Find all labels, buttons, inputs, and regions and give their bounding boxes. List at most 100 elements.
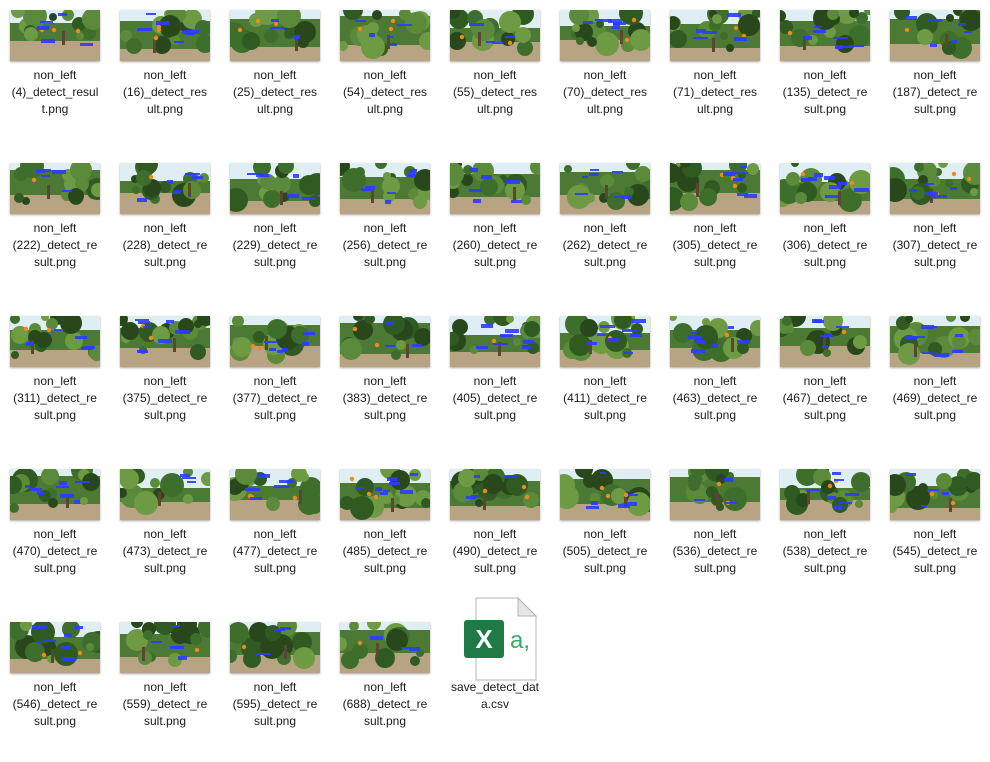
image-thumbnail[interactable] bbox=[230, 10, 320, 61]
file-item[interactable]: non_left (4)_detect_resul t.png bbox=[0, 0, 110, 150]
file-item[interactable]: non_left (71)_detect_res ult.png bbox=[660, 0, 770, 150]
file-item[interactable]: non_left (469)_detect_re sult.png bbox=[880, 306, 990, 456]
excel-csv-icon[interactable]: Xa, bbox=[460, 594, 540, 681]
file-item[interactable]: non_left (505)_detect_re sult.png bbox=[550, 459, 660, 609]
image-thumbnail[interactable] bbox=[230, 469, 320, 520]
file-item[interactable]: non_left (228)_detect_re sult.png bbox=[110, 153, 220, 303]
image-thumbnail[interactable] bbox=[560, 163, 650, 214]
image-thumbnail[interactable] bbox=[780, 10, 870, 61]
image-thumbnail[interactable] bbox=[450, 469, 540, 520]
image-thumbnail[interactable] bbox=[230, 316, 320, 367]
file-item[interactable]: non_left (229)_detect_re sult.png bbox=[220, 153, 330, 303]
file-item[interactable]: non_left (256)_detect_re sult.png bbox=[330, 153, 440, 303]
file-name-label: non_left (306)_detect_re sult.png bbox=[770, 220, 880, 271]
image-thumbnail[interactable] bbox=[340, 10, 430, 61]
image-thumbnail[interactable] bbox=[780, 163, 870, 214]
file-name-line1: non_left bbox=[913, 221, 957, 235]
file-item[interactable]: non_left (546)_detect_re sult.png bbox=[0, 612, 110, 762]
image-thumbnail[interactable] bbox=[120, 316, 210, 367]
file-item[interactable]: non_left (70)_detect_res ult.png bbox=[550, 0, 660, 150]
file-name-line3: sult.png bbox=[473, 255, 517, 269]
file-item[interactable]: non_left (463)_detect_re sult.png bbox=[660, 306, 770, 456]
image-thumbnail[interactable] bbox=[10, 469, 100, 520]
file-item[interactable]: non_left (595)_detect_re sult.png bbox=[220, 612, 330, 762]
file-item[interactable]: non_left (135)_detect_re sult.png bbox=[770, 0, 880, 150]
file-item[interactable]: non_left (538)_detect_re sult.png bbox=[770, 459, 880, 609]
image-thumbnail[interactable] bbox=[780, 469, 870, 520]
file-name-line2: (559)_detect_re bbox=[122, 697, 208, 711]
file-item[interactable]: non_left (559)_detect_re sult.png bbox=[110, 612, 220, 762]
file-item[interactable]: non_left (187)_detect_re sult.png bbox=[880, 0, 990, 150]
file-item[interactable]: non_left (485)_detect_re sult.png bbox=[330, 459, 440, 609]
file-name-line1: non_left bbox=[363, 68, 407, 82]
image-thumbnail[interactable] bbox=[890, 469, 980, 520]
image-thumbnail[interactable] bbox=[560, 10, 650, 61]
file-item[interactable]: non_left (405)_detect_re sult.png bbox=[440, 306, 550, 456]
image-thumbnail[interactable] bbox=[890, 163, 980, 214]
file-item[interactable]: non_left (55)_detect_res ult.png bbox=[440, 0, 550, 150]
file-name-line3: sult.png bbox=[803, 408, 847, 422]
image-thumbnail[interactable] bbox=[890, 316, 980, 367]
image-thumbnail[interactable] bbox=[120, 469, 210, 520]
image-thumbnail[interactable] bbox=[450, 316, 540, 367]
image-thumbnail[interactable] bbox=[670, 10, 760, 61]
file-item[interactable]: non_left (375)_detect_re sult.png bbox=[110, 306, 220, 456]
file-item[interactable]: non_left (16)_detect_res ult.png bbox=[110, 0, 220, 150]
file-item[interactable]: non_left (477)_detect_re sult.png bbox=[220, 459, 330, 609]
file-item[interactable]: non_left (470)_detect_re sult.png bbox=[0, 459, 110, 609]
file-name-line1: non_left bbox=[803, 68, 847, 82]
file-item[interactable]: non_left (305)_detect_re sult.png bbox=[660, 153, 770, 303]
image-thumbnail[interactable] bbox=[560, 469, 650, 520]
image-thumbnail[interactable] bbox=[670, 163, 760, 214]
file-name-line3: sult.png bbox=[693, 408, 737, 422]
image-thumbnail[interactable] bbox=[450, 10, 540, 61]
file-item[interactable]: non_left (306)_detect_re sult.png bbox=[770, 153, 880, 303]
file-name-line1: non_left bbox=[33, 374, 77, 388]
file-name-line1: non_left bbox=[143, 374, 187, 388]
file-item[interactable]: non_left (467)_detect_re sult.png bbox=[770, 306, 880, 456]
file-item[interactable]: non_left (411)_detect_re sult.png bbox=[550, 306, 660, 456]
file-name-line2: (16)_detect_res bbox=[122, 85, 208, 99]
file-item[interactable]: non_left (536)_detect_re sult.png bbox=[660, 459, 770, 609]
file-item[interactable]: non_left (311)_detect_re sult.png bbox=[0, 306, 110, 456]
file-name-line2: (375)_detect_re bbox=[122, 391, 208, 405]
file-name-line2: (470)_detect_re bbox=[12, 544, 98, 558]
image-thumbnail[interactable] bbox=[450, 163, 540, 214]
csv-file-item[interactable]: Xa, save_detect_dat a.csv bbox=[440, 596, 550, 762]
file-item[interactable]: non_left (54)_detect_res ult.png bbox=[330, 0, 440, 150]
image-thumbnail[interactable] bbox=[340, 622, 430, 673]
file-item[interactable]: non_left (222)_detect_re sult.png bbox=[0, 153, 110, 303]
file-item[interactable]: non_left (262)_detect_re sult.png bbox=[550, 153, 660, 303]
file-name-line1: non_left bbox=[693, 68, 737, 82]
image-thumbnail[interactable] bbox=[10, 316, 100, 367]
file-item[interactable]: non_left (383)_detect_re sult.png bbox=[330, 306, 440, 456]
file-name-label: non_left (546)_detect_re sult.png bbox=[0, 679, 110, 730]
image-thumbnail[interactable] bbox=[10, 622, 100, 673]
file-item[interactable]: non_left (307)_detect_re sult.png bbox=[880, 153, 990, 303]
image-thumbnail[interactable] bbox=[230, 163, 320, 214]
file-name-line2: (228)_detect_re bbox=[122, 238, 208, 252]
image-thumbnail[interactable] bbox=[340, 316, 430, 367]
image-thumbnail[interactable] bbox=[560, 316, 650, 367]
file-item[interactable]: non_left (545)_detect_re sult.png bbox=[880, 459, 990, 609]
image-thumbnail[interactable] bbox=[10, 163, 100, 214]
file-item[interactable]: non_left (490)_detect_re sult.png bbox=[440, 459, 550, 609]
image-thumbnail[interactable] bbox=[230, 622, 320, 673]
image-thumbnail[interactable] bbox=[120, 10, 210, 61]
image-thumbnail[interactable] bbox=[340, 163, 430, 214]
image-thumbnail[interactable] bbox=[670, 316, 760, 367]
image-thumbnail[interactable] bbox=[780, 316, 870, 367]
image-thumbnail[interactable] bbox=[670, 469, 760, 520]
image-thumbnail[interactable] bbox=[120, 622, 210, 673]
file-item[interactable]: non_left (377)_detect_re sult.png bbox=[220, 306, 330, 456]
file-name-line1: non_left bbox=[693, 221, 737, 235]
file-name-label: non_left (222)_detect_re sult.png bbox=[0, 220, 110, 271]
image-thumbnail[interactable] bbox=[340, 469, 430, 520]
image-thumbnail[interactable] bbox=[10, 10, 100, 61]
image-thumbnail[interactable] bbox=[890, 10, 980, 61]
image-thumbnail[interactable] bbox=[120, 163, 210, 214]
file-item[interactable]: non_left (25)_detect_res ult.png bbox=[220, 0, 330, 150]
file-item[interactable]: non_left (260)_detect_re sult.png bbox=[440, 153, 550, 303]
file-item[interactable]: non_left (688)_detect_re sult.png bbox=[330, 612, 440, 762]
file-item[interactable]: non_left (473)_detect_re sult.png bbox=[110, 459, 220, 609]
